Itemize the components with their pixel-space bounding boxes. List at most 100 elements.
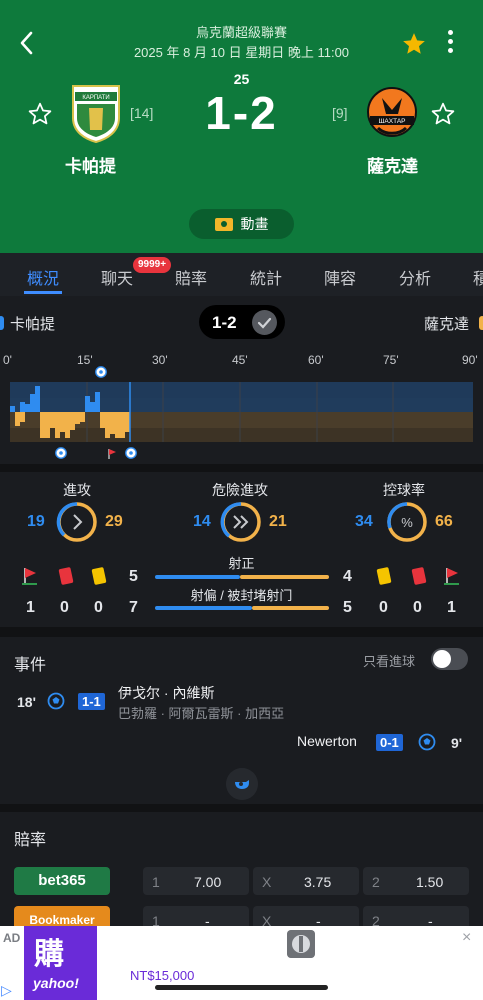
check-icon — [252, 310, 277, 335]
odds-key: 2 — [372, 874, 380, 890]
momentum-timeline[interactable] — [10, 380, 473, 444]
strip-score: 1-2 — [212, 313, 237, 332]
away-rank: [9] — [332, 105, 348, 121]
event-player[interactable]: 伊戈尔 · 內維斯 — [118, 683, 214, 703]
match-page: 烏克蘭超級聯賽 2025 年 8 月 10 日 星期日 晚上 11:00 25 … — [0, 0, 483, 1000]
minute-tick: 30' — [152, 353, 168, 367]
odds-key: X — [262, 874, 272, 890]
match-header: 烏克蘭超級聯賽 2025 年 8 月 10 日 星期日 晚上 11:00 25 … — [0, 0, 483, 253]
goal-ball-icon — [47, 692, 65, 710]
ad-tag: AD — [3, 931, 21, 945]
event-score-badge: 0-1 — [376, 734, 403, 751]
kickoff-whistle-icon — [226, 768, 258, 800]
animation-label: 動畫 — [240, 216, 269, 232]
odds-value: 3.75 — [304, 874, 332, 890]
odds-title: 賠率 — [14, 832, 47, 849]
shots-on-away-bar — [240, 575, 329, 579]
shots-off-home-bar — [155, 606, 252, 610]
animation-button[interactable]: 動畫 — [189, 209, 294, 239]
favorite-star-icon[interactable] — [401, 31, 427, 57]
tab-odds[interactable]: 賠率 — [175, 265, 207, 289]
away-corner-icon — [444, 568, 459, 585]
away-crest[interactable]: ШАХТАР — [365, 84, 419, 146]
away-team-name[interactable]: 薩克達 — [367, 152, 418, 177]
shots-off-away: 5 — [343, 599, 352, 616]
minute-tick: 60' — [308, 353, 324, 367]
tab-points[interactable]: 積 — [473, 265, 483, 289]
ad-info-icon[interactable]: ▷ — [1, 982, 17, 998]
attack-title: 進攻 — [63, 482, 91, 498]
odds-value: 7.00 — [194, 874, 222, 890]
away-yellow-count: 0 — [379, 599, 388, 616]
ad-close-icon[interactable]: × — [462, 929, 471, 947]
event-score-badge: 1-1 — [78, 693, 105, 710]
odds-value: 1.50 — [416, 874, 444, 890]
tab-bar: 概況 聊天 賠率 統計 陣容 分析 積 — [0, 253, 483, 296]
minute-tick: 0' — [3, 353, 12, 367]
danger-home: 14 — [193, 513, 211, 530]
ad-logo-main: 購 — [34, 938, 64, 971]
goals-only-label: 只看進球 — [363, 654, 416, 669]
follow-home-star-icon[interactable] — [27, 101, 53, 127]
possession-away: 66 — [435, 513, 453, 530]
ad-product-icon[interactable] — [287, 930, 315, 958]
away-corners-count: 1 — [447, 599, 456, 616]
shots-on-away: 4 — [343, 568, 352, 585]
shots-on-home-bar — [155, 575, 240, 579]
chat-count-badge: 9999+ — [133, 257, 172, 273]
away-red-count: 0 — [413, 599, 422, 616]
event-minute: 18' — [17, 694, 36, 710]
home-crest[interactable]: КАРПАТИ — [69, 82, 123, 144]
event-assist[interactable]: 巴勃羅 · 阿爾瓦雷斯 · 加西亞 — [118, 703, 284, 722]
event-player[interactable]: Newerton — [297, 733, 357, 749]
tab-overview[interactable]: 概況 — [27, 265, 59, 289]
goal-ball-icon — [95, 366, 107, 378]
minute-tick: 90' — [462, 353, 478, 367]
shots-on-label: 射正 — [228, 556, 255, 571]
tab-stats[interactable]: 統計 — [250, 265, 282, 289]
home-crest-text: КАРПАТИ — [82, 95, 109, 101]
danger-title: 危險進攻 — [212, 482, 268, 498]
attack-ring-icon — [56, 502, 97, 542]
possession-ring-icon: % — [387, 502, 427, 542]
possession-title: 控球率 — [383, 482, 425, 498]
active-tab-indicator — [24, 291, 62, 294]
home-color-marker — [0, 316, 4, 330]
tab-analysis[interactable]: 分析 — [399, 265, 431, 289]
away-crest-icon: ШАХТАР — [367, 87, 417, 137]
shots-off-label: 射偏 / 被封堵射门 — [190, 588, 293, 603]
follow-away-star-icon[interactable] — [430, 101, 456, 127]
minute-tick: 45' — [232, 353, 248, 367]
strip-away-name: 薩克達 — [424, 316, 470, 333]
goal-ball-icon — [125, 447, 137, 459]
attack-home: 19 — [27, 513, 45, 530]
home-rank: [14] — [130, 105, 154, 121]
danger-away: 21 — [269, 513, 287, 530]
home-indicator[interactable] — [155, 985, 328, 990]
event-minute: 9' — [451, 735, 463, 751]
possession-home: 34 — [355, 513, 373, 530]
odds-key: 1 — [152, 874, 160, 890]
home-team-name[interactable]: 卡帕提 — [65, 152, 116, 177]
tab-chat[interactable]: 聊天 — [101, 265, 133, 289]
goal-ball-icon — [55, 447, 67, 459]
away-color-marker — [479, 316, 483, 330]
goal-ball-icon — [418, 733, 436, 751]
strip-home-name: 卡帕提 — [10, 316, 56, 333]
minute-tick: 75' — [383, 353, 399, 367]
corner-flag-icon — [108, 449, 116, 459]
home-crest-icon: КАРПАТИ — [72, 85, 120, 144]
pitch-icon — [214, 217, 233, 231]
danger-ring-icon — [220, 502, 261, 542]
ad-price[interactable]: NT$15,000 — [130, 968, 194, 983]
away-crest-text: ШАХТАР — [378, 118, 405, 125]
more-menu-icon[interactable] — [444, 30, 456, 58]
bet365-logo[interactable]: bet365 — [14, 867, 110, 895]
ad-logo-sub: yahoo! — [33, 975, 79, 991]
shots-off-away-bar — [252, 606, 329, 610]
tab-lineups[interactable]: 陣容 — [324, 265, 356, 289]
minute-tick: 15' — [77, 353, 93, 367]
attack-away: 29 — [105, 513, 123, 530]
events-title: 事件 — [14, 657, 47, 674]
goals-only-toggle[interactable] — [431, 648, 468, 670]
